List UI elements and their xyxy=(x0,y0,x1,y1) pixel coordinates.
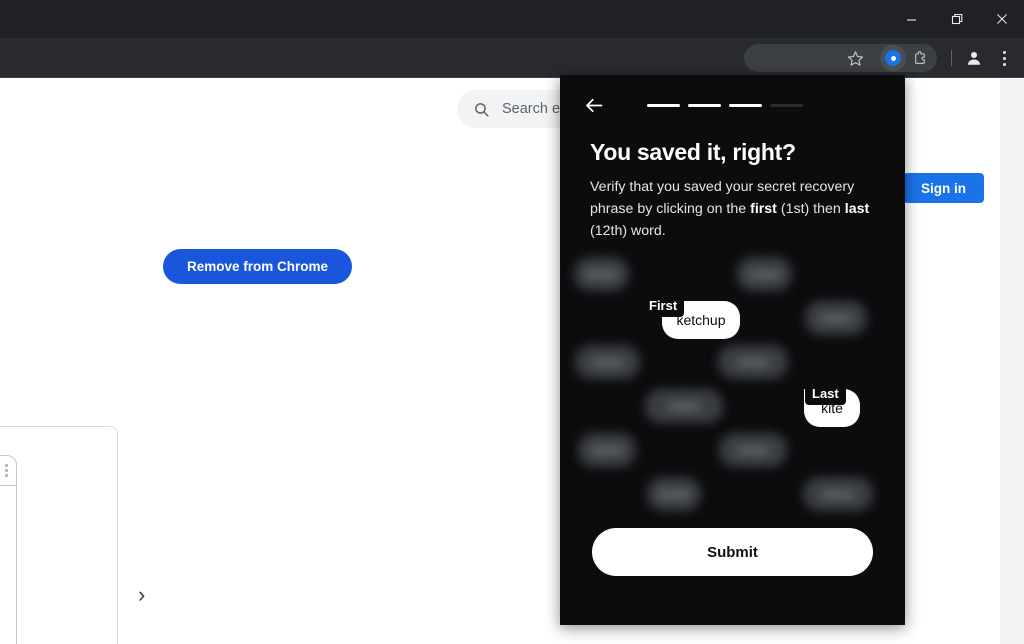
preview-browser-frame xyxy=(0,455,17,644)
instruction-part-3: (12th) word. xyxy=(590,223,666,239)
carousel-next-button[interactable]: › xyxy=(138,584,145,606)
sign-in-button[interactable]: Sign in xyxy=(903,173,984,203)
panel-instructions: Verify that you saved your secret recove… xyxy=(590,176,880,242)
progress-step-2 xyxy=(688,103,721,107)
recovery-word-pill[interactable]: xxxxx xyxy=(805,301,867,335)
instruction-bold-last: last xyxy=(844,201,870,217)
tab-strip xyxy=(0,0,1024,38)
search-placeholder: Search ex xyxy=(502,101,568,117)
puzzle-piece-icon[interactable] xyxy=(906,45,934,71)
recovery-word-pill[interactable]: xxxxx xyxy=(737,257,792,291)
three-dot-menu-icon[interactable] xyxy=(990,44,1018,72)
browser-toolbar xyxy=(0,38,1024,78)
recovery-word-pill[interactable]: xxxxx xyxy=(718,345,788,379)
preview-menu-icon xyxy=(5,464,8,477)
recovery-word-pill[interactable]: xxxxx xyxy=(578,433,636,467)
progress-step-4 xyxy=(770,103,803,107)
instruction-bold-first: first xyxy=(750,201,777,217)
last-word-tag: Last xyxy=(805,383,846,405)
toolbar-actions xyxy=(841,38,1018,78)
toolbar-divider xyxy=(951,50,952,66)
recovery-word-pill[interactable]: xxxxx xyxy=(575,345,640,379)
recovery-word-pill[interactable]: xxxxx xyxy=(719,433,787,467)
extension-popup-panel: You saved it, right? Verify that you sav… xyxy=(560,75,905,625)
close-button[interactable] xyxy=(979,0,1024,38)
extensions-group xyxy=(877,44,937,72)
progress-step-1 xyxy=(647,103,680,107)
panel-header xyxy=(560,75,905,135)
minimize-button[interactable] xyxy=(889,0,934,38)
back-arrow-icon[interactable] xyxy=(584,95,605,116)
star-icon[interactable] xyxy=(841,44,869,72)
blue-circle-extension-icon[interactable] xyxy=(880,45,906,71)
submit-button[interactable]: Submit xyxy=(592,528,873,576)
restore-button[interactable] xyxy=(934,0,979,38)
first-word-tag: First xyxy=(642,295,685,317)
recovery-word-pill[interactable]: xxxxx xyxy=(645,389,723,423)
remove-from-chrome-button[interactable]: Remove from Chrome xyxy=(163,249,353,284)
browser-window: Search ex Sign in Remove from Chrome ↓ g… xyxy=(0,0,1024,644)
search-icon xyxy=(473,101,490,118)
instruction-part-2: (1st) then xyxy=(776,201,845,217)
preview-toolbar xyxy=(0,456,16,486)
recovery-word-pill[interactable]: xxxxx xyxy=(574,257,629,291)
account-avatar-icon[interactable] xyxy=(960,44,988,72)
page-title: You saved it, right? xyxy=(590,139,796,165)
screenshot-carousel: ↓ ge ↑ Send ↓ Receive eFi $6,824.94 xyxy=(0,426,118,644)
page-right-gutter xyxy=(1000,79,1024,644)
window-controls xyxy=(889,0,1024,38)
progress-steps xyxy=(647,103,803,107)
recovery-word-pill[interactable]: xxxxx xyxy=(803,477,873,511)
recovery-word-grid: xxxxx xxxxx ketchup xxxxx xxxxx xxxxx xxxxx kit… xyxy=(560,250,905,520)
progress-step-3 xyxy=(729,103,762,107)
recovery-word-pill[interactable]: xxxxx xyxy=(647,477,701,511)
